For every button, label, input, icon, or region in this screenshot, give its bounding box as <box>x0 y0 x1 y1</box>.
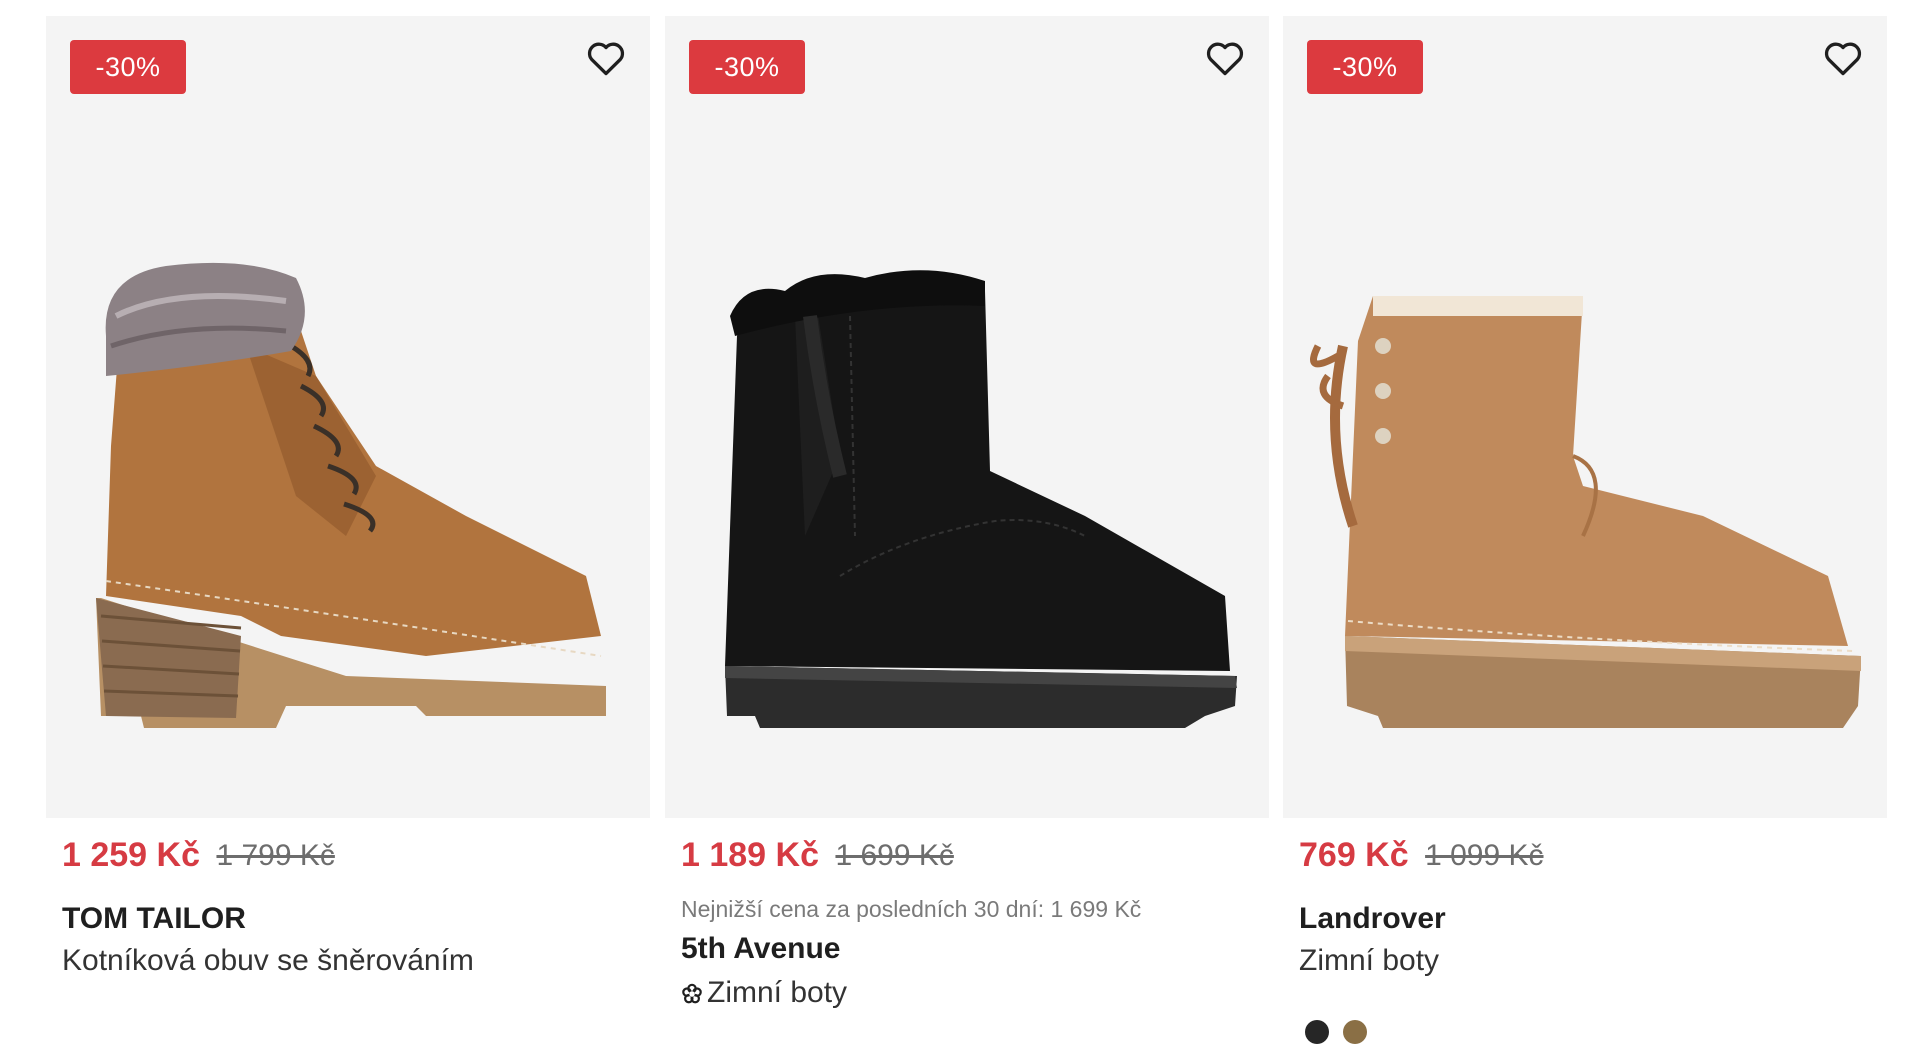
price-row: 769 Kč 1 099 Kč <box>1299 836 1544 884</box>
product-image-area[interactable]: -30% <box>1283 16 1887 818</box>
price-row: 1 189 Kč 1 699 Kč <box>681 836 954 884</box>
product-image[interactable] <box>1283 16 1887 818</box>
product-name[interactable]: Kotníková obuv se šněrováním <box>62 944 474 978</box>
product-image-area[interactable]: -30% <box>665 16 1269 818</box>
color-swatch-dark[interactable] <box>1305 1020 1329 1044</box>
price-original: 1 799 Kč <box>216 838 335 872</box>
heart-outline-icon[interactable] <box>1203 36 1247 80</box>
discount-badge: -30% <box>70 40 186 94</box>
price-original: 1 099 Kč <box>1425 838 1544 872</box>
lowest-price-note: Nejnižší cena za posledních 30 dní: 1 69… <box>681 896 1142 922</box>
price-current: 1 259 Kč <box>62 836 200 874</box>
product-brand[interactable]: TOM TAILOR <box>62 902 246 936</box>
price-original: 1 699 Kč <box>835 838 954 872</box>
price-current: 769 Kč <box>1299 836 1409 874</box>
product-name: Zimní boty <box>707 976 848 1009</box>
product-card[interactable]: -30% 1 259 Kč 1 799 Kč TOM TAILOR Kotník… <box>46 16 650 1016</box>
heart-outline-icon[interactable] <box>584 36 628 80</box>
product-card[interactable]: -30% 769 Kč 1 099 Kč Landrover Zimní bot… <box>1283 16 1887 1044</box>
price-current: 1 189 Kč <box>681 836 819 874</box>
product-name[interactable]: Zimní boty <box>1299 944 1439 978</box>
price-row: 1 259 Kč 1 799 Kč <box>62 836 335 884</box>
product-grid: -30% 1 259 Kč 1 799 Kč TOM TAILOR Kotník… <box>0 0 1920 1044</box>
color-swatches <box>1305 1020 1381 1049</box>
eco-flower-icon <box>682 983 702 1004</box>
product-image[interactable] <box>665 16 1269 818</box>
discount-badge: -30% <box>689 40 805 94</box>
heart-outline-icon[interactable] <box>1821 36 1865 80</box>
color-swatch-brown[interactable] <box>1343 1020 1367 1044</box>
product-card[interactable]: -30% 1 189 Kč 1 699 Kč Nejnižší cena za … <box>665 16 1269 1016</box>
product-brand[interactable]: Landrover <box>1299 902 1446 936</box>
product-image-area[interactable]: -30% <box>46 16 650 818</box>
product-image[interactable] <box>46 16 650 818</box>
discount-badge: -30% <box>1307 40 1423 94</box>
product-name-row[interactable]: Zimní boty <box>681 976 847 1010</box>
product-brand[interactable]: 5th Avenue <box>681 932 840 966</box>
